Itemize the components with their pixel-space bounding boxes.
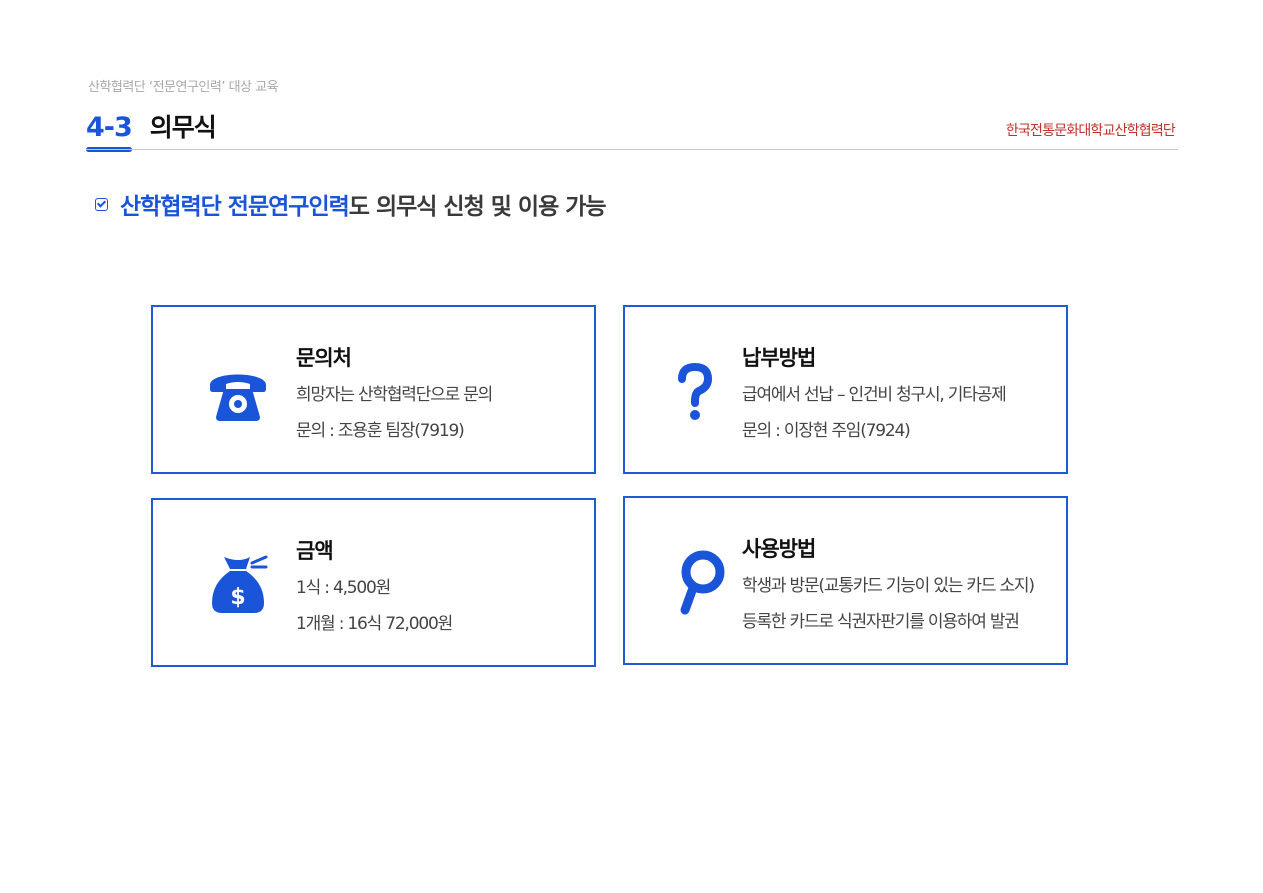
card-line-2: 등록한 카드로 식권자판기를 이용하여 발권: [742, 612, 1020, 632]
headline-text: 산학협력단 전문연구인력도 의무식 신청 및 이용 가능: [120, 187, 607, 221]
svg-text:$: $: [230, 585, 245, 610]
card-title: 금액: [296, 539, 334, 563]
section-number: 4-3: [86, 112, 133, 143]
card-line-1: 희망자는 산학협력단으로 문의: [296, 385, 493, 405]
organization-logo-text: 한국전통문화대학교산학협력단: [1005, 123, 1176, 139]
telephone-icon: [206, 365, 270, 427]
section-heading: 4-3 의무식: [86, 108, 217, 144]
headline: 산학협력단 전문연구인력도 의무식 신청 및 이용 가능: [95, 187, 607, 221]
card-title: 납부방법: [742, 346, 816, 370]
card-title: 문의처: [296, 346, 352, 370]
card-line-1: 학생과 방문(교통카드 기능이 있는 카드 소지): [742, 576, 1035, 596]
card-line-2: 1개월 : 16식 72,000원: [296, 614, 453, 634]
card-title: 사용방법: [742, 537, 816, 561]
card-line-1: 급여에서 선납 – 인건비 청구시, 기타공제: [742, 385, 1007, 405]
page-subtitle: 산학협력단 ‘전문연구인력’ 대상 교육: [88, 80, 279, 95]
card-payment: 납부방법 급여에서 선납 – 인건비 청구시, 기타공제 문의 : 이장현 주임…: [623, 305, 1068, 474]
card-usage: 사용방법 학생과 방문(교통카드 기능이 있는 카드 소지) 등록한 카드로 식…: [623, 496, 1068, 665]
question-mark-icon: [675, 362, 715, 427]
magnifier-icon: [677, 548, 729, 622]
card-contact: 문의처 희망자는 산학협력단으로 문의 문의 : 조용훈 팀장(7919): [151, 305, 596, 474]
headline-rest: 도 의무식 신청 및 이용 가능: [348, 194, 607, 220]
section-title: 의무식: [149, 113, 217, 142]
checkbox-icon: [95, 197, 108, 211]
money-bag-icon: $: [208, 553, 270, 619]
headline-highlight: 산학협력단 전문연구인력: [120, 194, 350, 220]
card-price: $ 금액 1식 : 4,500원 1개월 : 16식 72,000원: [151, 498, 596, 667]
card-line-2: 문의 : 이장현 주임(7924): [742, 421, 911, 441]
header-divider: [86, 149, 1178, 150]
card-line-2: 문의 : 조용훈 팀장(7919): [296, 421, 465, 441]
card-line-1: 1식 : 4,500원: [296, 578, 391, 598]
